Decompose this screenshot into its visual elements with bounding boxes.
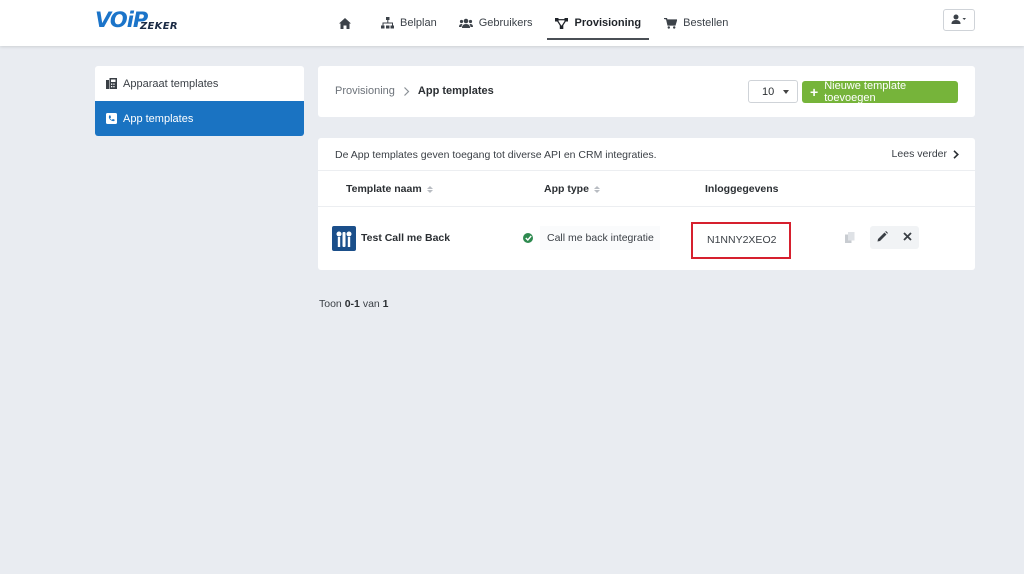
nav-item-belplan[interactable]: Belplan — [372, 8, 445, 38]
logo-sub-text: ZEKER — [140, 21, 178, 32]
edit-button[interactable] — [870, 226, 894, 249]
app-type-value: Call me back integratie — [547, 232, 654, 244]
fax-icon — [105, 78, 117, 90]
main-nav: Belplan Gebruikers Provisioning Bestelle… — [330, 0, 742, 46]
nav-label-bestellen: Bestellen — [683, 17, 729, 29]
sidebar-item-label: App templates — [123, 112, 194, 125]
nav-item-gebruikers[interactable]: Gebruikers — [451, 8, 541, 38]
network-icon — [555, 17, 569, 29]
callback-app-icon — [332, 226, 356, 251]
nav-item-bestellen[interactable]: Bestellen — [655, 8, 736, 38]
breadcrumb: Provisioning App templates — [335, 85, 494, 97]
pencil-icon — [877, 230, 888, 245]
delete-button[interactable] — [895, 226, 919, 249]
login-credentials-value: N1NNY2XEO2 — [707, 234, 777, 246]
info-text: De App templates geven toegang tot diver… — [335, 149, 657, 161]
sidebar-item-label: Apparaat templates — [123, 77, 219, 90]
copy-icon[interactable] — [845, 232, 855, 243]
page-header-card: Provisioning App templates 10 + Nieuwe t… — [318, 66, 975, 117]
pagination-prefix: Toon — [319, 298, 342, 310]
sitemap-icon — [380, 17, 394, 29]
login-credentials-cell: N1NNY2XEO2 — [691, 222, 791, 259]
sort-icon — [593, 185, 600, 193]
chevron-right-icon — [403, 86, 410, 96]
nav-item-home[interactable] — [330, 8, 366, 38]
users-icon — [458, 17, 473, 29]
column-header-label: App type — [544, 183, 589, 195]
user-icon — [951, 14, 967, 27]
top-navbar: VOiP ZEKER Belplan Gebruikers Provisioni… — [0, 0, 1024, 46]
close-icon — [902, 231, 912, 244]
add-template-button[interactable]: + Nieuwe template toevoegen — [802, 80, 958, 104]
breadcrumb-current: App templates — [417, 85, 494, 97]
column-header-name[interactable]: Template naam — [346, 183, 433, 195]
sidebar-item-apparaat-templates[interactable]: Apparaat templates — [95, 66, 304, 101]
check-circle-icon — [523, 233, 533, 243]
templates-table-card: De App templates geven toegang tot diver… — [318, 138, 975, 270]
app-type-cell: Call me back integratie — [540, 226, 660, 250]
pagination-total: 1 — [382, 298, 389, 310]
pagination-summary: Toon 0-1 van 1 — [319, 298, 389, 310]
read-more-link[interactable]: Lees verder — [892, 148, 959, 160]
column-header-label: Template naam — [346, 183, 422, 195]
nav-label-belplan: Belplan — [400, 17, 437, 29]
column-header-label: Inloggegevens — [705, 183, 779, 195]
sort-icon — [426, 185, 433, 193]
phone-square-icon — [105, 113, 117, 125]
pagination-range: 0-1 — [344, 298, 360, 310]
table-row: Test Call me Back Call me back integrati… — [318, 208, 975, 270]
read-more-label: Lees verder — [891, 148, 947, 160]
nav-label-gebruikers: Gebruikers — [478, 17, 533, 29]
pagination-mid: van — [362, 298, 380, 310]
table-header: Template naam App type Inloggegevens — [318, 172, 975, 207]
info-bar: De App templates geven toegang tot diver… — [318, 138, 975, 171]
breadcrumb-provisioning[interactable]: Provisioning — [335, 85, 395, 97]
nav-label-provisioning: Provisioning — [574, 17, 642, 29]
chevron-right-icon — [953, 149, 959, 159]
per-page-select[interactable]: 10 — [748, 80, 798, 103]
row-actions — [870, 226, 919, 249]
template-name[interactable]: Test Call me Back — [361, 232, 450, 244]
plus-icon: + — [810, 84, 819, 100]
user-menu-button[interactable] — [943, 9, 975, 31]
column-header-type[interactable]: App type — [544, 183, 600, 195]
cart-icon — [663, 17, 677, 29]
per-page-value: 10 — [762, 85, 775, 98]
sidebar: Apparaat templates App templates — [95, 66, 304, 136]
sidebar-item-app-templates[interactable]: App templates — [95, 101, 304, 136]
home-icon — [338, 17, 352, 29]
nav-item-provisioning[interactable]: Provisioning — [546, 8, 650, 40]
add-template-label: Nieuwe template toevoegen — [824, 80, 907, 104]
column-header-login: Inloggegevens — [705, 183, 779, 195]
voipzeker-logo[interactable]: VOiP ZEKER — [95, 8, 185, 34]
caret-down-icon — [783, 90, 789, 94]
